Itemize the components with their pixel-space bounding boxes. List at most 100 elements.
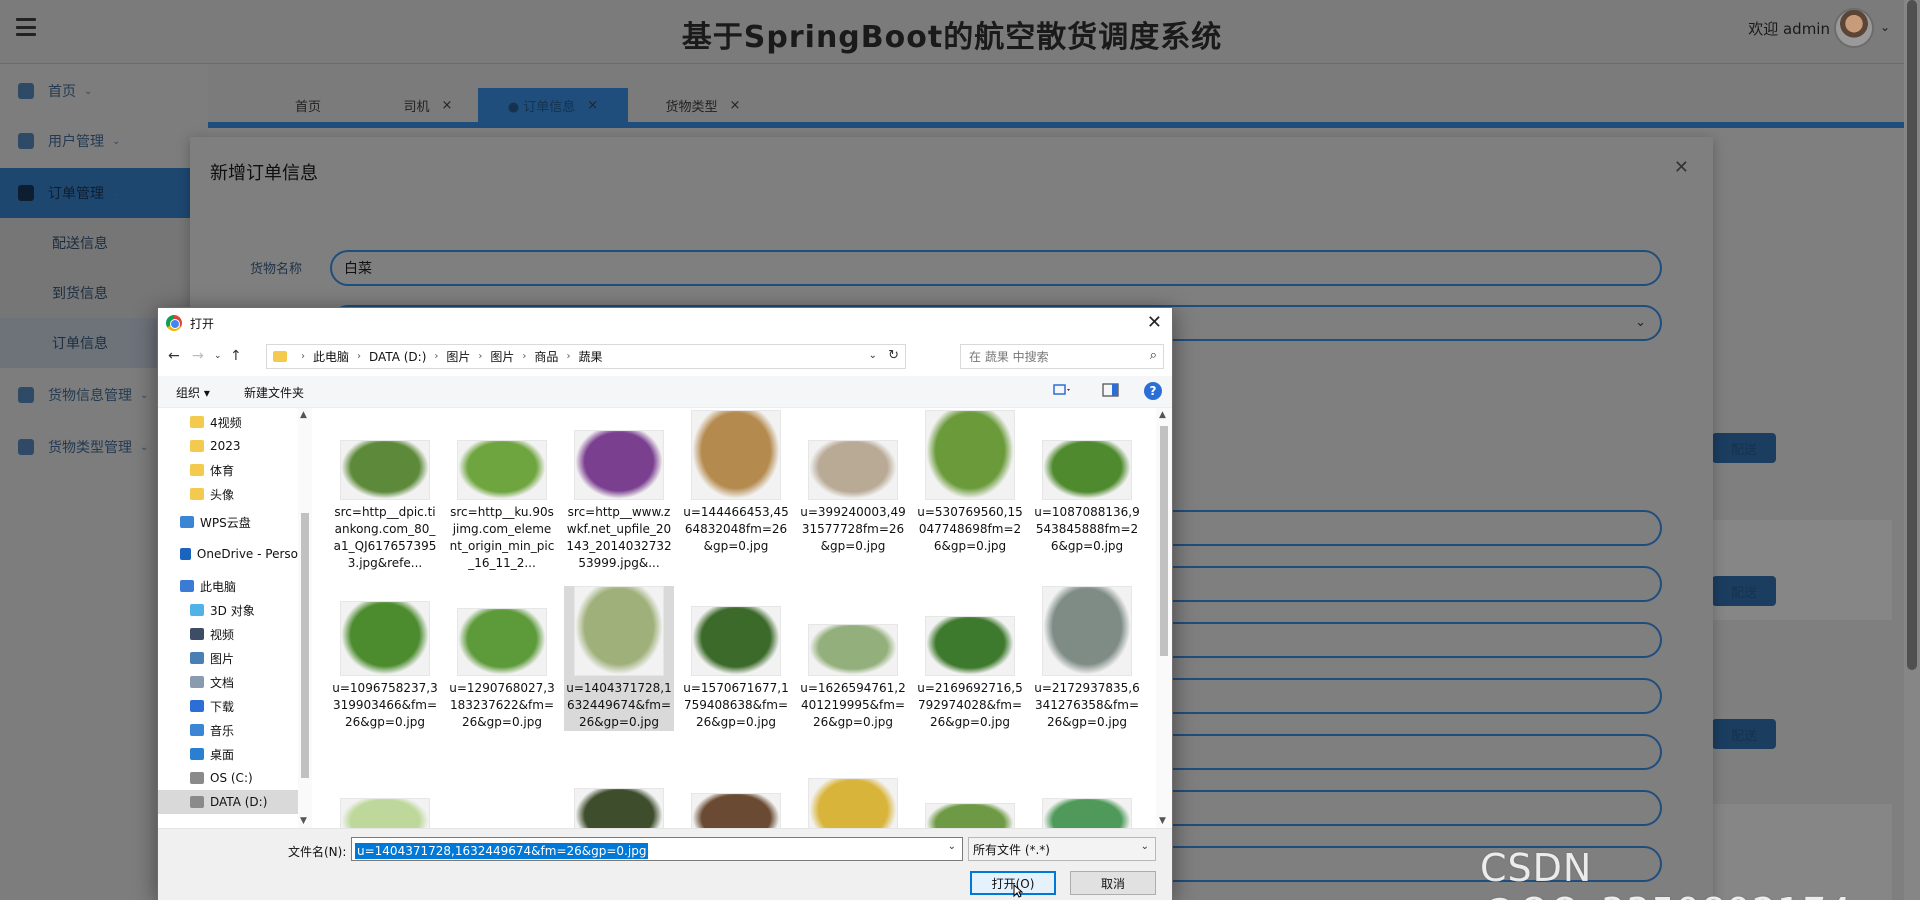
close-icon[interactable]: × [442,98,453,113]
file-item[interactable]: u=2172937835,6341276358&fm=26&gp=0.jpg [1032,586,1142,731]
goods-name-input[interactable]: 白菜 [330,250,1662,286]
nav-item[interactable]: 图片 [158,646,298,670]
nav-item[interactable]: WPS云盘 [158,510,298,534]
nav-item[interactable]: 此电脑 [158,574,298,598]
deliver-button[interactable]: 配送 [1712,719,1776,749]
home-icon [18,83,34,99]
forward-arrow-icon[interactable]: → [192,348,204,364]
sidebar-subitem-delivery[interactable]: 配送信息 [0,218,208,268]
sidebar-item-users[interactable]: 用户管理 ⌄ [0,116,208,166]
chevron-down-icon[interactable]: ⌄ [869,350,877,361]
scroll-up-icon[interactable]: ▲ [1159,410,1166,420]
breadcrumb-item[interactable]: DATA (D:) [369,350,426,364]
nav-item[interactable]: DATA (D:) [158,790,298,814]
search-input[interactable]: 在 蔬果 中搜索 ⌕ [960,344,1164,369]
file-item[interactable]: u=1404371728,1632449674&fm=26&gp=0.jpg [564,586,674,731]
files-scrollbar[interactable]: ▲ ▼ [1156,408,1172,828]
search-placeholder: 在 蔬果 中搜索 [969,350,1049,364]
page-scrollbar[interactable] [1904,0,1920,900]
breadcrumb-item[interactable]: 图片 [490,348,514,365]
file-item[interactable]: u=1096758237,3319903466&fm=26&gp=0.jpg [330,586,440,731]
file-item[interactable] [447,758,557,828]
file-item[interactable]: u=399240003,4931577728fm=26&gp=0.jpg [798,410,908,555]
file-item[interactable] [798,758,908,828]
sidebar-item-home[interactable]: 首页 ⌄ [0,66,208,116]
scrollbar-thumb[interactable] [301,513,309,778]
nav-item[interactable]: OS (C:) [158,766,298,790]
scroll-down-icon[interactable]: ▼ [1159,816,1166,826]
nav-item[interactable]: 2023 [158,434,298,458]
welcome-text: 欢迎 admin [1748,20,1830,38]
breadcrumb-item[interactable]: 蔬果 [578,348,602,365]
nav-item[interactable]: 体育 [158,458,298,482]
file-item[interactable]: u=144466453,4564832048fm=26&gp=0.jpg [681,410,791,555]
chevron-down-icon: ⌄ [1140,841,1149,852]
deliver-button[interactable]: 配送 [1712,433,1776,463]
back-arrow-icon[interactable]: ← [168,348,180,364]
file-item[interactable]: u=1087088136,9543845888fm=26&gp=0.jpg [1032,410,1142,555]
breadcrumb-item[interactable]: 此电脑 [313,348,349,365]
file-item[interactable]: u=530769560,15047748698fm=26&gp=0.jpg [915,410,1025,555]
file-item[interactable] [915,758,1025,828]
image-thumbnail [340,440,430,500]
file-item[interactable] [1032,758,1142,828]
chevron-down-icon[interactable]: ⌄ [948,841,956,852]
close-icon[interactable]: × [730,98,741,113]
help-icon[interactable]: ? [1144,382,1162,400]
scroll-up-icon[interactable]: ▲ [300,410,307,420]
tab-order-info[interactable]: ● 订单信息 × [478,88,628,122]
refresh-icon[interactable]: ↻ [888,348,899,363]
nav-item[interactable]: 文档 [158,670,298,694]
new-folder-button[interactable]: 新建文件夹 [244,384,304,401]
scroll-down-icon[interactable]: ▼ [300,816,307,826]
deliver-button[interactable]: 配送 [1712,576,1776,606]
nav-item[interactable]: OneDrive - Perso [158,542,298,566]
sidebar-item-orders[interactable]: 订单管理 ⌄ [0,168,208,218]
file-item[interactable] [330,758,440,828]
scrollbar-thumb[interactable] [1907,0,1917,670]
nav-item[interactable]: 头像 [158,482,298,506]
file-item[interactable]: u=1626594761,2401219995&fm=26&gp=0.jpg [798,586,908,731]
file-item[interactable]: u=1290768027,3183237622&fm=26&gp=0.jpg [447,586,557,731]
breadcrumb-item[interactable]: 图片 [446,348,470,365]
file-item[interactable]: src=http__dpic.tiankong.com_80_a1_QJ6176… [330,410,440,572]
organize-button[interactable]: 组织 ▾ [176,384,210,401]
up-arrow-icon[interactable]: ↑ [230,348,242,364]
preview-pane-icon[interactable] [1102,382,1120,398]
nav-item[interactable]: 3D 对象 [158,598,298,622]
image-thumbnail [1042,440,1132,500]
nav-item[interactable]: 音乐 [158,718,298,742]
file-item[interactable]: src=http__ku.90sjimg.com_element_origin_… [447,410,557,572]
nav-item[interactable]: 桌面 [158,742,298,766]
nav-item[interactable]: 4视频 [158,410,298,434]
image-thumbnail [1042,798,1132,828]
list-icon [18,185,34,201]
breadcrumb-item[interactable]: 商品 [534,348,558,365]
nav-item[interactable]: 下载 [158,694,298,718]
cancel-button[interactable]: 取消 [1070,871,1156,895]
filename-input[interactable]: u=1404371728,1632449674&fm=26&gp=0.jpg ⌄ [351,837,963,861]
file-item[interactable] [681,758,791,828]
close-icon[interactable]: ✕ [1147,312,1162,333]
file-type-select[interactable]: 所有文件 (*.*) ⌄ [968,837,1156,861]
file-item[interactable] [564,758,674,828]
file-name: src=http__www.zwkf.net_upfile_20143_2014… [566,505,672,570]
address-bar[interactable]: › 此电脑 › DATA (D:) › 图片 › 图片 › 商品 › 蔬果 ⌄ … [266,344,906,369]
file-item[interactable]: u=2169692716,5792974028&fm=26&gp=0.jpg [915,586,1025,731]
chevron-down-icon[interactable]: ⌄ [1880,20,1890,34]
file-name: u=144466453,4564832048fm=26&gp=0.jpg [683,505,789,553]
tab-driver[interactable]: 司机 × [368,88,488,122]
recent-locations-icon[interactable]: ⌄ [214,351,222,361]
close-icon[interactable]: ✕ [1674,157,1689,178]
nav-scrollbar[interactable]: ▲ ▼ [298,408,312,828]
tab-goods-type[interactable]: 货物类型 × [628,88,778,122]
nav-item[interactable]: 视频 [158,622,298,646]
file-item[interactable]: src=http__www.zwkf.net_upfile_20143_2014… [564,410,674,572]
avatar[interactable] [1834,8,1874,48]
close-icon[interactable]: × [587,98,598,113]
file-item[interactable]: u=1570671677,1759408638&fm=26&gp=0.jpg [681,586,791,731]
view-options-icon[interactable] [1053,382,1071,398]
tab-home[interactable]: 首页 [248,88,368,122]
watermark: CSDN @QQ_3359892174 [1480,846,1852,900]
scrollbar-thumb[interactable] [1160,426,1168,656]
